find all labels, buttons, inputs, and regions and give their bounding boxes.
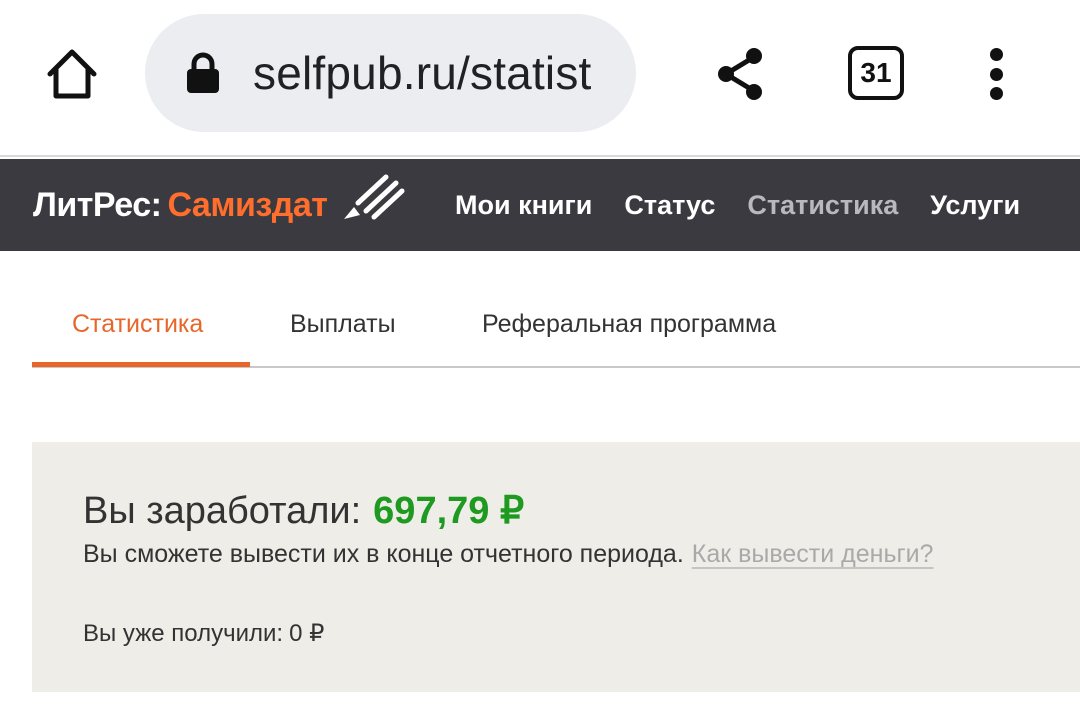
tab-referral-program[interactable]: Реферальная программа <box>482 282 776 366</box>
share-icon <box>718 48 762 100</box>
home-button[interactable] <box>40 42 104 106</box>
tab-statistics[interactable]: Статистика <box>72 282 203 366</box>
tabs-counter-button[interactable]: 31 <box>848 46 904 100</box>
nav-status[interactable]: Статус <box>624 190 715 221</box>
earnings-label: Вы заработали: <box>83 490 362 532</box>
menu-dot <box>989 87 1003 100</box>
tabs-count: 31 <box>860 57 892 88</box>
site-header: ЛитРес: Самиздат Мои книги Статус Статис… <box>0 159 1080 251</box>
lock-icon <box>187 52 219 93</box>
received-label: Вы уже получили: <box>83 620 284 647</box>
menu-dot <box>989 67 1003 81</box>
earnings-panel: Вы заработали: 697,79 ₽ Вы сможете вывест… <box>32 442 1080 692</box>
how-to-withdraw-link[interactable]: Как вывести деньги? <box>692 540 934 568</box>
received-value: 0 ₽ <box>289 620 325 647</box>
menu-dot <box>989 48 1003 61</box>
earnings-note: Вы сможете вывести их в конце отчетного … <box>83 540 933 569</box>
url-text[interactable]: selfpub.ru/statist <box>253 14 618 132</box>
logo-text-litres: ЛитРес: <box>33 185 162 224</box>
home-icon <box>47 49 97 99</box>
earnings-heading: Вы заработали: 697,79 ₽ <box>83 488 524 533</box>
nav-statistics[interactable]: Статистика <box>747 190 898 221</box>
address-bar[interactable]: selfpub.ru/statist <box>145 14 636 132</box>
browser-toolbar: selfpub.ru/statist 31 <box>0 0 1080 157</box>
received-line: Вы уже получили: 0 ₽ <box>83 619 324 648</box>
nav-services[interactable]: Услуги <box>930 190 1020 221</box>
site-logo[interactable]: ЛитРес: Самиздат <box>33 159 328 251</box>
logo-text-samizdat: Самиздат <box>167 185 328 224</box>
tab-payouts[interactable]: Выплаты <box>290 282 396 366</box>
nav-my-books[interactable]: Мои книги <box>455 190 592 221</box>
active-tab-indicator <box>32 362 250 367</box>
section-tabs: Статистика Выплаты Реферальная программа <box>32 282 1080 368</box>
share-button[interactable] <box>712 44 770 104</box>
pen-strokes-icon <box>344 174 405 220</box>
earnings-note-text: Вы сможете вывести их в конце отчетного … <box>83 540 684 568</box>
more-vert-icon[interactable] <box>980 44 1012 104</box>
main-nav: Мои книги Статус Статистика Услуги <box>455 159 1052 251</box>
earnings-amount: 697,79 ₽ <box>373 490 525 532</box>
